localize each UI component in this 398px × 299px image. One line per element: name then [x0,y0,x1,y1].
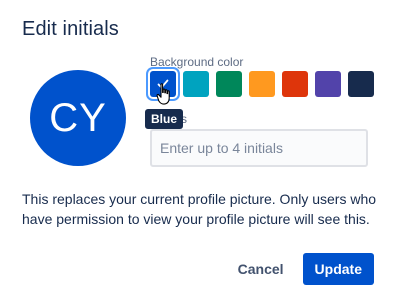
description-text: This replaces your current profile pictu… [22,191,377,227]
dialog-actions: Cancel Update [227,253,374,285]
avatar-preview: CY [30,70,126,166]
dialog-title: Edit initials [22,18,119,40]
color-swatch-teal[interactable] [183,71,209,97]
color-swatch-group [150,71,374,97]
avatar-initials: CY [49,95,107,140]
initials-input[interactable] [150,129,368,167]
color-swatch-red[interactable] [282,71,308,97]
color-swatch-green[interactable] [216,71,242,97]
color-swatch-purple[interactable] [315,71,341,97]
color-swatch-navy[interactable] [348,71,374,97]
hand-pointer-cursor-icon [156,83,170,105]
color-swatch-orange[interactable] [249,71,275,97]
color-tooltip: Blue [145,109,184,129]
background-color-label: Background color [150,55,244,69]
cancel-button[interactable]: Cancel [227,253,295,285]
update-button[interactable]: Update [302,253,374,285]
